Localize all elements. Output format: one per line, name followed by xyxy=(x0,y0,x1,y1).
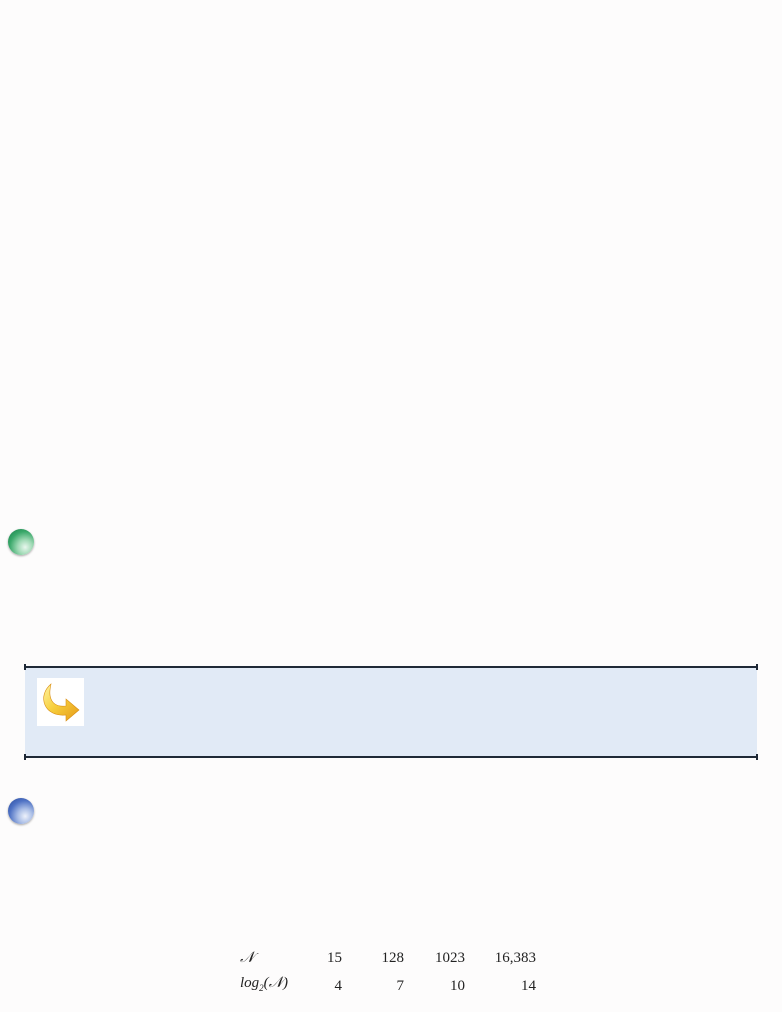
table-cell: 7 xyxy=(396,977,405,994)
table-row: log2(𝒩) 4 7 10 14 xyxy=(240,971,536,1001)
blue-circle-bullet-icon xyxy=(8,798,34,824)
callout-box xyxy=(24,664,758,760)
curved-arrow-icon xyxy=(37,678,84,726)
table-cell: 4 xyxy=(334,977,343,994)
log-argument: (𝒩) xyxy=(263,975,289,991)
table-cell: 15 xyxy=(327,950,342,966)
table-cell: 16,383 xyxy=(494,950,536,966)
callout-border-cap xyxy=(24,754,26,760)
log-prefix: log xyxy=(240,975,260,991)
table-cell: 1023 xyxy=(435,950,465,966)
table-cell: 10 xyxy=(450,977,465,994)
row-label-n: 𝒩 xyxy=(240,950,255,966)
n-log-table: 𝒩 15 128 1023 16,383 log2(𝒩) 4 7 10 14 xyxy=(240,946,536,1001)
row-label-log: log2(𝒩) xyxy=(240,971,298,1001)
green-circle-bullet-icon xyxy=(8,529,34,555)
table-cell: 128 xyxy=(381,950,405,966)
table-row: 𝒩 15 128 1023 16,383 xyxy=(240,946,536,971)
table-cell: 14 xyxy=(521,977,536,994)
callout-border-cap xyxy=(756,754,758,760)
